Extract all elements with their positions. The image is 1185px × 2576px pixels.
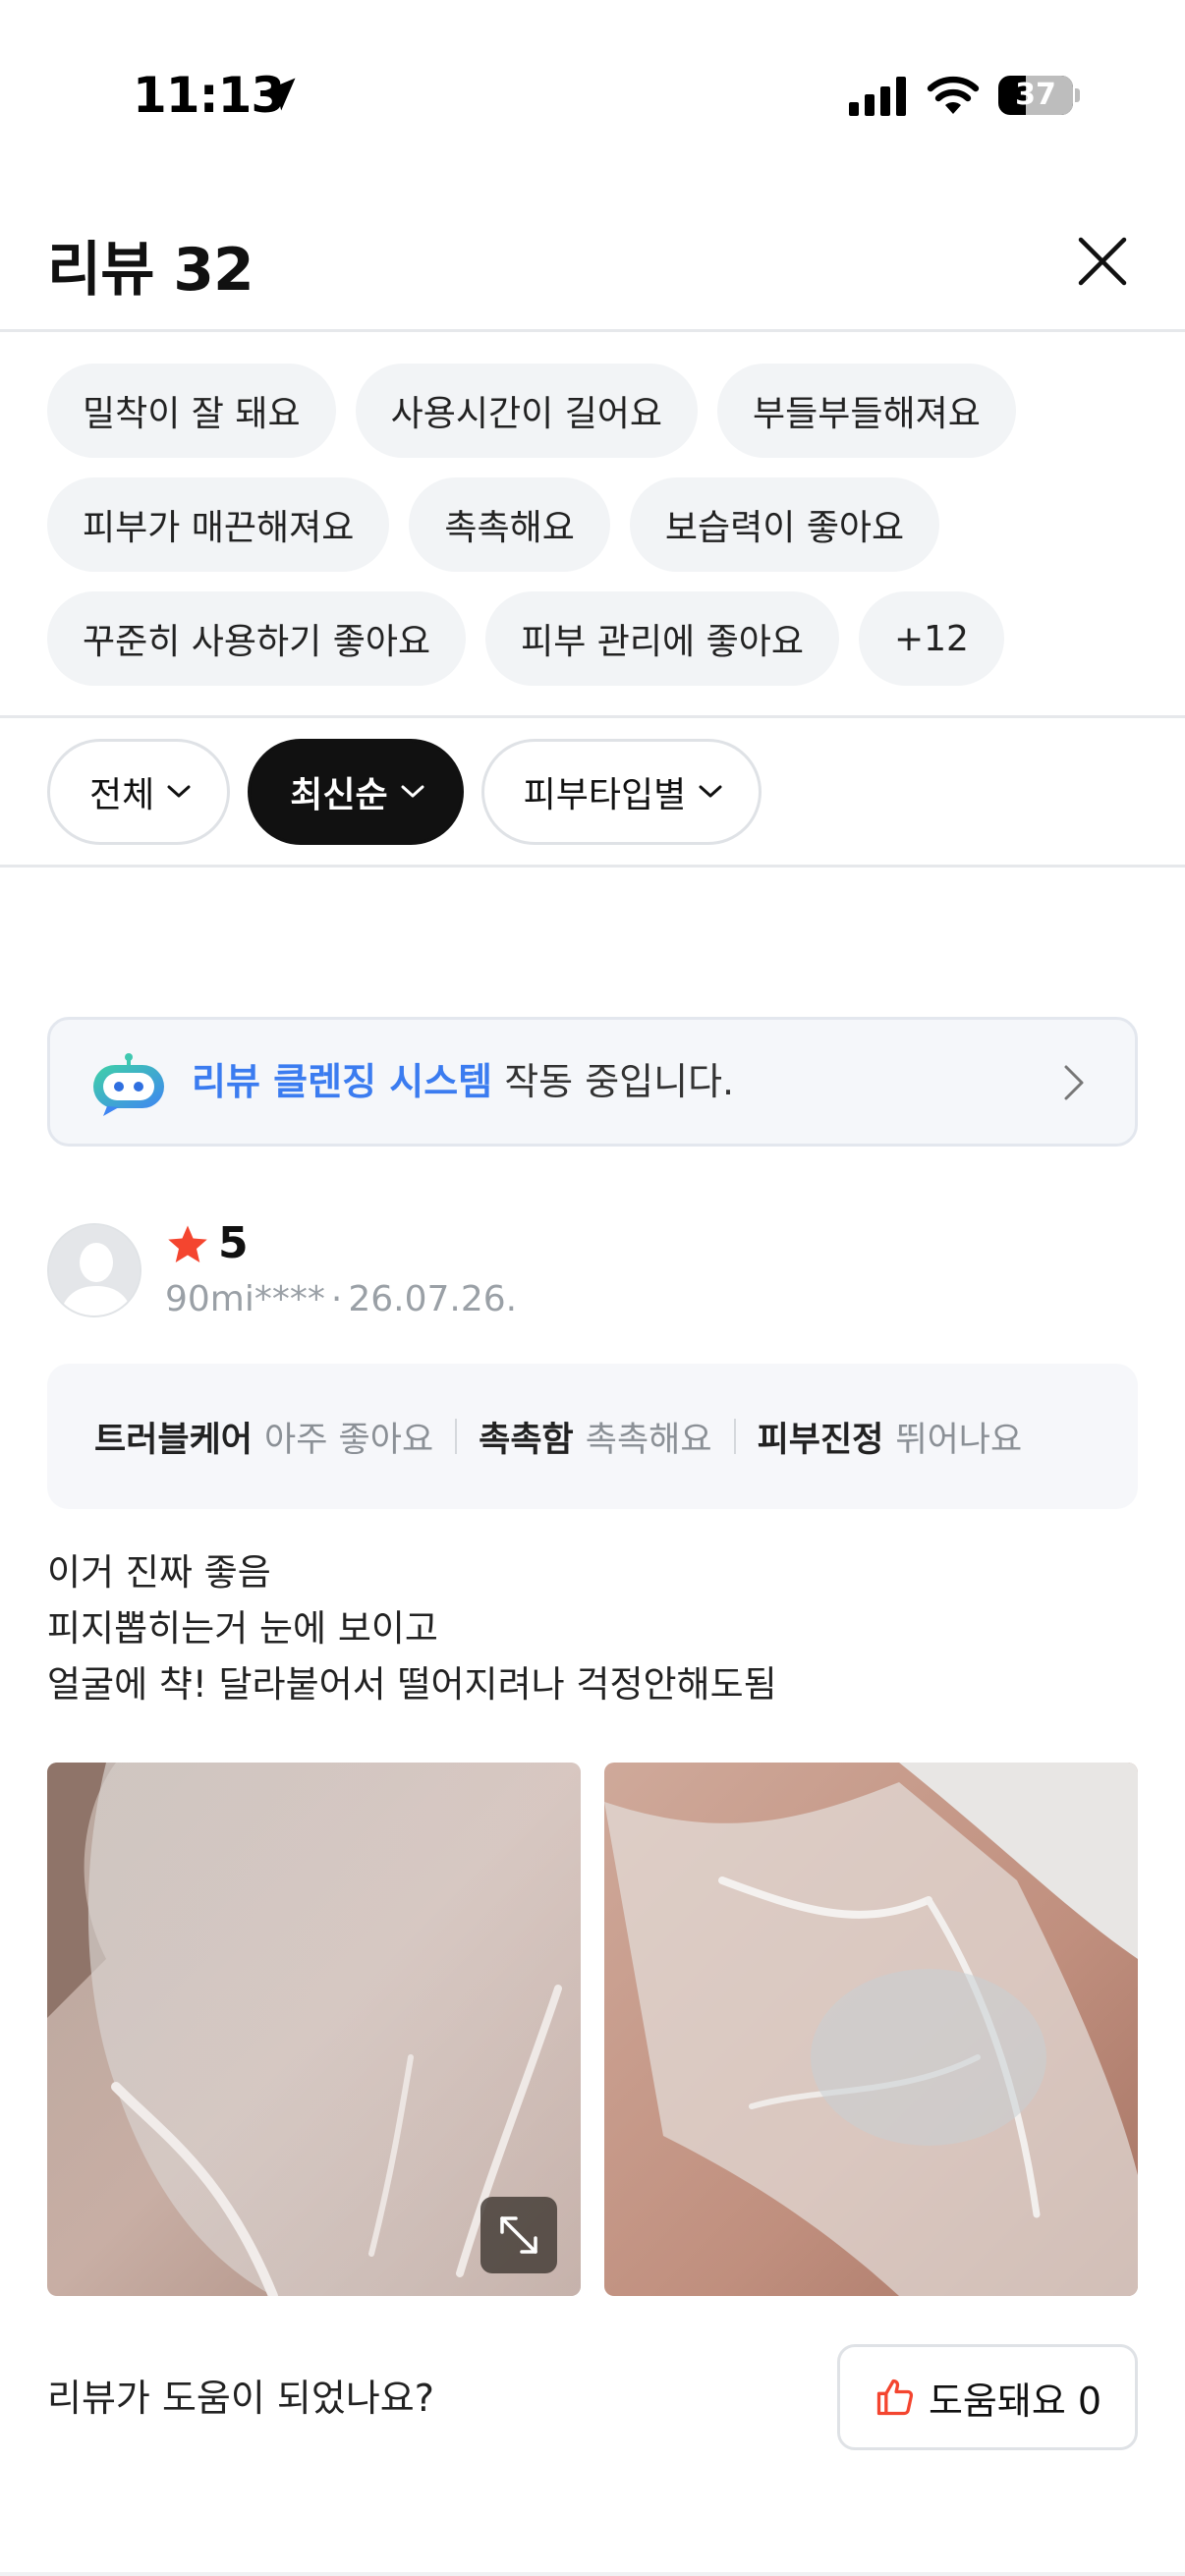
filter-sort-label: 최신순 (290, 775, 388, 815)
status-bar: 11:13 37 (0, 0, 1185, 187)
keyword-chip[interactable]: 보습력이 좋아요 (629, 477, 940, 572)
expand-icon[interactable] (480, 2197, 557, 2273)
header: 리뷰 32 (0, 187, 1185, 332)
keyword-chip[interactable]: 사용시간이 길어요 (355, 364, 699, 458)
page-title: 리뷰 32 (47, 236, 254, 305)
keyword-chip[interactable]: 꾸준히 사용하기 좋아요 (47, 591, 467, 686)
review-meta: 90mi**** · 26.07.26. (165, 1279, 517, 1319)
helpful-label: 도움돼요 0 (928, 2379, 1102, 2423)
attribute-value: 아주 좋아요 (264, 1420, 434, 1460)
meta-separator: · (330, 1279, 343, 1319)
battery-icon: 37 (998, 76, 1080, 115)
filter-all-label: 전체 (89, 775, 155, 815)
rating-value: 5 (218, 1218, 249, 1268)
review-line: 이거 진짜 좋음 (47, 1551, 271, 1594)
divider (0, 2572, 1185, 2576)
helpful-question: 리뷰가 도움이 되었나요? (47, 2377, 434, 2420)
review-attributes: 트러블케어 아주 좋아요 촉촉함 촉촉해요 피부진정 뛰어나요 (47, 1364, 1138, 1509)
keyword-chip[interactable]: 피부 관리에 좋아요 (485, 591, 839, 686)
chevron-down-icon (699, 785, 722, 798)
location-arrow-icon (262, 78, 296, 111)
filter-bar: 전체 최신순 피부타입별 (47, 739, 762, 845)
more-keywords-chip[interactable]: +12 (858, 591, 1004, 686)
attribute-key: 촉촉함 (479, 1420, 574, 1460)
signal-icon (849, 77, 906, 116)
filter-all-button[interactable]: 전체 (47, 739, 231, 845)
thumbs-up-icon (876, 2379, 914, 2416)
keyword-chip[interactable]: 밀착이 잘 돼요 (47, 364, 336, 458)
attribute-divider (733, 1419, 736, 1454)
banner-rest: 작동 중입니다. (492, 1060, 735, 1103)
robot-icon (93, 1053, 164, 1116)
divider (0, 865, 1185, 868)
attribute-key: 피부진정 (757, 1420, 884, 1460)
review-cleansing-banner[interactable]: 리뷰 클렌징 시스템 작동 중입니다. (47, 1017, 1138, 1147)
banner-text: 리뷰 클렌징 시스템 작동 중입니다. (192, 1020, 734, 1144)
filter-sort-button[interactable]: 최신순 (248, 739, 464, 845)
battery-level-text: 37 (1015, 78, 1056, 112)
chevron-right-icon (1064, 1065, 1084, 1100)
review-body: 이거 진짜 좋음 피지뽑히는거 눈에 보이고 얼굴에 챡! 달라붙어서 떨어지려… (47, 1544, 777, 1712)
banner-highlight: 리뷰 클렌징 시스템 (192, 1060, 493, 1103)
keyword-chip[interactable]: 피부가 매끈해져요 (47, 477, 390, 572)
attribute-key: 트러블케어 (94, 1420, 254, 1460)
reviewer-name: 90mi**** (165, 1279, 325, 1319)
attribute-value: 촉촉해요 (585, 1420, 712, 1460)
filter-skin-type-button[interactable]: 피부타입별 (480, 739, 762, 845)
close-icon[interactable] (1067, 226, 1138, 297)
user-silhouette-icon (49, 1225, 140, 1316)
filter-skin-type-label: 피부타입별 (523, 775, 687, 815)
helpful-button[interactable]: 도움돼요 0 (837, 2344, 1138, 2450)
review-date: 26.07.26. (348, 1279, 518, 1319)
review-photo[interactable] (604, 1763, 1138, 2296)
star-icon (168, 1225, 207, 1263)
keyword-chip[interactable]: 부들부들해져요 (717, 364, 1016, 458)
review-line: 피지뽑히는거 눈에 보이고 (47, 1607, 438, 1650)
chevron-down-icon (401, 785, 424, 798)
wifi-icon (927, 76, 980, 114)
attribute-divider (455, 1419, 458, 1454)
keyword-chip-list: 밀착이 잘 돼요 사용시간이 길어요 부들부들해져요 피부가 매끈해져요 촉촉해… (47, 364, 1138, 686)
keyword-chip[interactable]: 촉촉해요 (409, 477, 610, 572)
chevron-down-icon (167, 785, 191, 798)
review-line: 얼굴에 챡! 달라붙어서 떨어지려나 걱정안해도됨 (47, 1663, 777, 1706)
divider (0, 715, 1185, 718)
attribute-value: 뛰어나요 (895, 1420, 1023, 1460)
avatar (47, 1223, 141, 1317)
